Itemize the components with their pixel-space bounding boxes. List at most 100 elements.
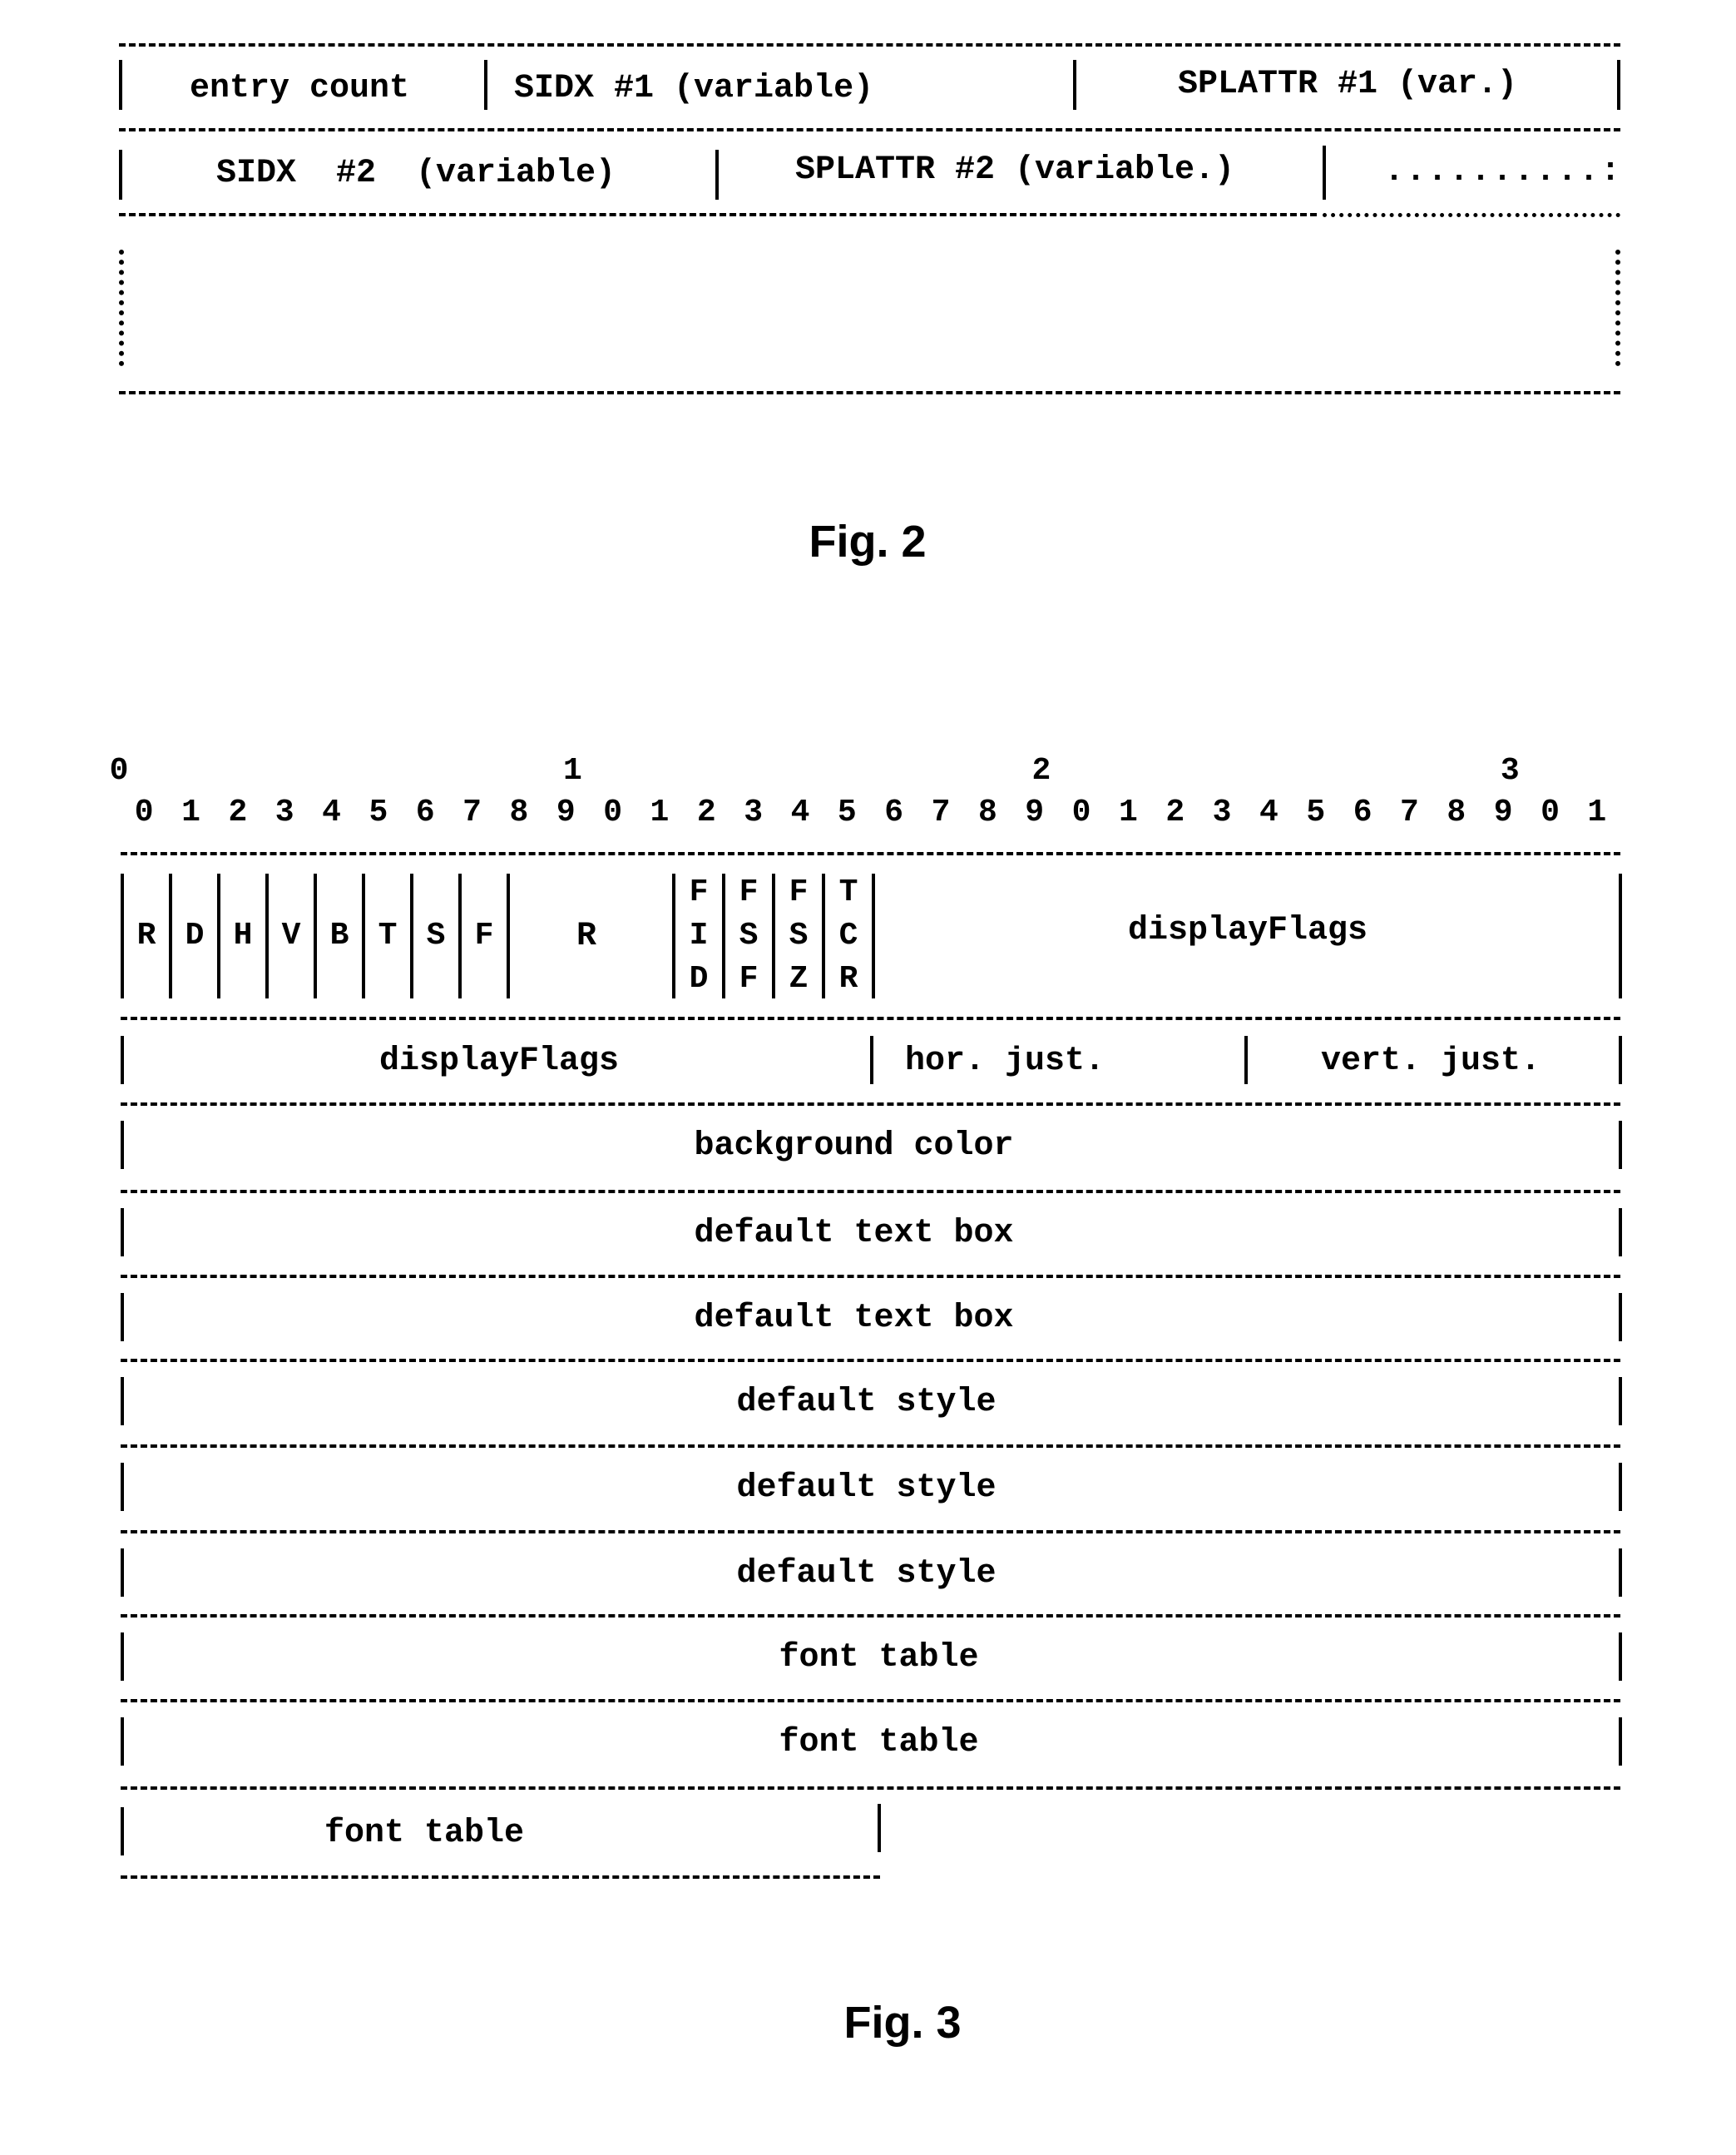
fig2-divider	[715, 150, 719, 200]
bit-ruler-unit-digit: 6	[415, 795, 435, 830]
flag-letter: R	[136, 918, 156, 954]
bit-ruler-unit-digit: 0	[603, 795, 623, 830]
flag-letter: D	[689, 961, 709, 997]
fig3-separator	[121, 1102, 1620, 1106]
fig2-divider	[1323, 146, 1326, 200]
fig3-vert-just: vert. just.	[1248, 1023, 1614, 1098]
fig3-separator	[121, 1190, 1620, 1193]
bit-ruler-tens-digit: 0	[109, 753, 129, 789]
field-label: SPLATTR #1 (var.)	[1177, 65, 1518, 103]
field-label: R	[576, 917, 596, 955]
bit-ruler-unit-digit: 8	[977, 795, 997, 830]
bit-ruler-unit-digit: 1	[1118, 795, 1138, 830]
fig3-field-row: font table	[126, 1619, 1615, 1696]
flag-letter: S	[739, 918, 759, 954]
fig3-separator	[121, 1359, 1620, 1362]
fig3-divider	[121, 1036, 124, 1084]
fig2-continuation-dots: ..........:	[1331, 133, 1622, 210]
fig3-display-flags-high: displayFlags	[882, 865, 1614, 1007]
fig3-divider	[1619, 1548, 1622, 1597]
fig2-field-splattr-1: SPLATTR #1 (var.)	[1081, 46, 1614, 122]
fig3-separator	[121, 1786, 1620, 1790]
bit-ruler-unit-digit: 3	[274, 795, 294, 830]
field-label: displayFlags	[378, 1042, 620, 1080]
fig3-divider	[1619, 1377, 1622, 1425]
bit-ruler-tens-digit: 3	[1500, 753, 1520, 789]
bit-ruler-unit-digit: 8	[509, 795, 529, 830]
fig3-divider	[121, 1208, 124, 1256]
flag-letter: Z	[789, 961, 809, 997]
bit-ruler-unit-digit: 4	[790, 795, 810, 830]
fig3-divider	[870, 1036, 873, 1084]
flag-letter: C	[838, 918, 858, 954]
field-label: background color	[694, 1127, 1014, 1165]
bit-ruler-unit-digit: 8	[1447, 795, 1466, 830]
fig3-flag-divider	[872, 874, 875, 998]
bit-ruler-unit-digit: 0	[1071, 795, 1091, 830]
fig3-font-table-tail: font table	[125, 1796, 1073, 1870]
fig3-divider	[121, 1717, 124, 1766]
fig3-field-row: default style	[126, 1449, 1615, 1526]
flag-letter: V	[281, 918, 301, 954]
bit-ruler-unit-digit: 9	[556, 795, 576, 830]
fig3-divider	[1619, 1717, 1622, 1766]
bit-ruler-unit-digit: 3	[744, 795, 764, 830]
bit-ruler-unit-digit: 1	[650, 795, 670, 830]
fig2-separator	[119, 213, 1317, 216]
bit-ruler-unit-digit: 2	[696, 795, 716, 830]
fig2-divider	[1617, 60, 1620, 110]
fig3-divider	[878, 1804, 881, 1852]
fig3-caption: Fig. 3	[843, 1998, 962, 2048]
field-label: default text box	[694, 1214, 1014, 1252]
fig3-divider	[121, 1377, 124, 1425]
flag-letter: F	[739, 874, 759, 910]
fig3-flag-bit: S	[413, 865, 458, 1007]
bit-ruler-unit-digit: 2	[228, 795, 248, 830]
field-label: SIDX #1 (variable)	[514, 69, 874, 107]
field-label: vert. just.	[1320, 1042, 1541, 1080]
fig3-divider	[121, 1807, 124, 1855]
fig3-divider	[121, 1548, 124, 1597]
fig3-flag-bit: F	[462, 865, 507, 1007]
fig2-field-sidx-2: SIDX #2 (variable)	[125, 135, 707, 211]
fig3-separator	[121, 1699, 1620, 1702]
fig3-stacked-flag-bit: TCR	[825, 865, 872, 1007]
fig3-flag-bit: H	[220, 865, 265, 1007]
fig3-hor-just: hor. just.	[875, 1023, 1271, 1098]
fig2-dotted-separator	[1323, 213, 1620, 217]
bit-ruler-unit-digit: 9	[1493, 795, 1513, 830]
field-label: ..........:	[1383, 152, 1622, 191]
flag-letter: S	[426, 918, 446, 954]
fig2-right-continuation	[1615, 250, 1620, 366]
field-label: font table	[324, 1814, 525, 1852]
fig3-field-row: default text box	[126, 1195, 1615, 1271]
field-label: SIDX #2 (variable)	[215, 154, 616, 192]
fig3-display-flags-low: displayFlags	[125, 1023, 873, 1098]
bit-ruler-unit-digit: 9	[1025, 795, 1045, 830]
bit-ruler-unit-digit: 5	[837, 795, 857, 830]
fig2-field-splattr-2: SPLATTR #2 (variable.)	[724, 131, 1306, 208]
flag-letter: T	[838, 874, 858, 910]
fig3-divider	[1619, 1208, 1622, 1256]
fig2-field-entry-count: entry count	[125, 50, 474, 126]
flag-letter: R	[838, 961, 858, 997]
fig2-separator	[119, 391, 1620, 394]
fig3-separator	[121, 852, 1620, 855]
fig2-divider	[484, 60, 487, 110]
fig3-divider	[1619, 1036, 1622, 1084]
fig3-flag-bit: R	[124, 865, 169, 1007]
bit-ruler-unit-digit: 4	[1259, 795, 1279, 830]
flag-letter: B	[329, 918, 349, 954]
fig3-field-row: default text box	[126, 1280, 1615, 1356]
field-label: font table	[779, 1723, 979, 1761]
bit-ruler-unit-digit: 0	[134, 795, 154, 830]
fig3-divider	[1619, 1293, 1622, 1341]
fig3-reserved-field: R	[507, 865, 665, 1007]
field-label: entry count	[189, 69, 410, 107]
fig3-field-row: default style	[126, 1535, 1615, 1612]
fig3-field-row: default style	[126, 1364, 1615, 1440]
bit-ruler-tens-digit: 2	[1031, 753, 1051, 789]
field-label: displayFlags	[1127, 912, 1368, 949]
fig3-flag-bit: B	[317, 865, 362, 1007]
fig3-separator	[121, 1530, 1620, 1533]
